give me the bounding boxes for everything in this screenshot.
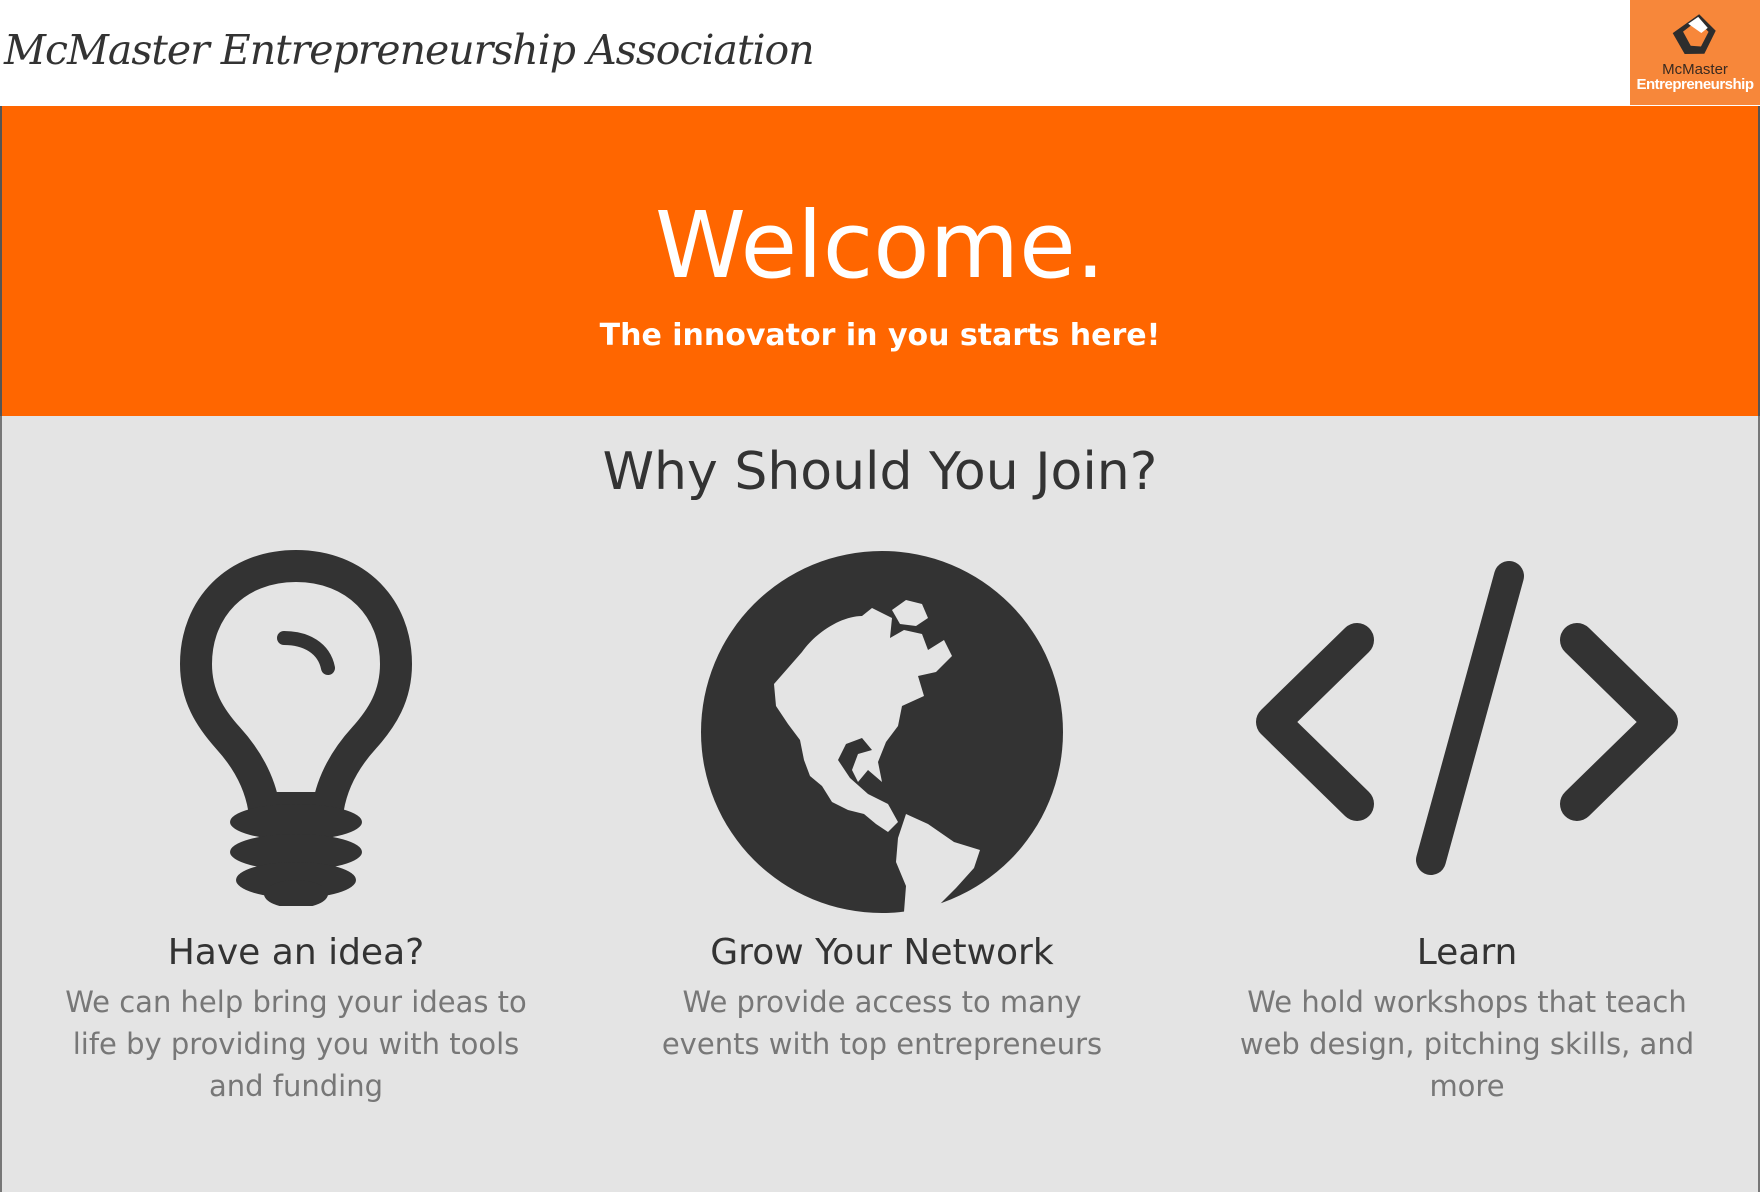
feature-heading: Have an idea?	[167, 932, 425, 973]
brand-logo[interactable]: McMaster Entrepreneurship	[1630, 0, 1760, 105]
hero-banner: Welcome. The innovator in you starts her…	[0, 106, 1760, 416]
feature-description: We hold workshops that teach web design,…	[1239, 985, 1695, 1103]
feature-description: We provide access to many events with to…	[661, 985, 1103, 1061]
logo-text-entrepreneurship: Entrepreneurship	[1636, 76, 1754, 93]
site-title[interactable]: McMaster Entrepreneurship Association	[4, 26, 815, 74]
feature-heading: Grow Your Network	[710, 932, 1054, 973]
feature-heading: Learn	[1416, 932, 1518, 973]
feature-grow-network: Grow Your Network We provide access to m…	[602, 546, 1162, 1065]
why-join-section: Why Should You Join? Have an idea? We ca…	[0, 416, 1760, 1192]
hero-title: Welcome.	[654, 192, 1106, 299]
code-icon	[1256, 561, 1678, 875]
top-navbar: McMaster Entrepreneurship Association Mc…	[0, 0, 1760, 106]
feature-learn: Learn We hold workshops that teach web d…	[1187, 546, 1747, 1107]
hero-subtitle: The innovator in you starts here!	[599, 318, 1161, 353]
logo-text-mcmaster: McMaster	[1662, 61, 1728, 78]
feature-description: We can help bring your ideas to life by …	[65, 985, 527, 1103]
globe-icon	[701, 551, 1063, 913]
lightbulb-icon	[180, 550, 412, 906]
section-title: Why Should You Join?	[602, 442, 1158, 502]
pen-nib-icon	[1672, 14, 1716, 55]
feature-have-an-idea: Have an idea? We can help bring your ide…	[16, 546, 576, 1107]
